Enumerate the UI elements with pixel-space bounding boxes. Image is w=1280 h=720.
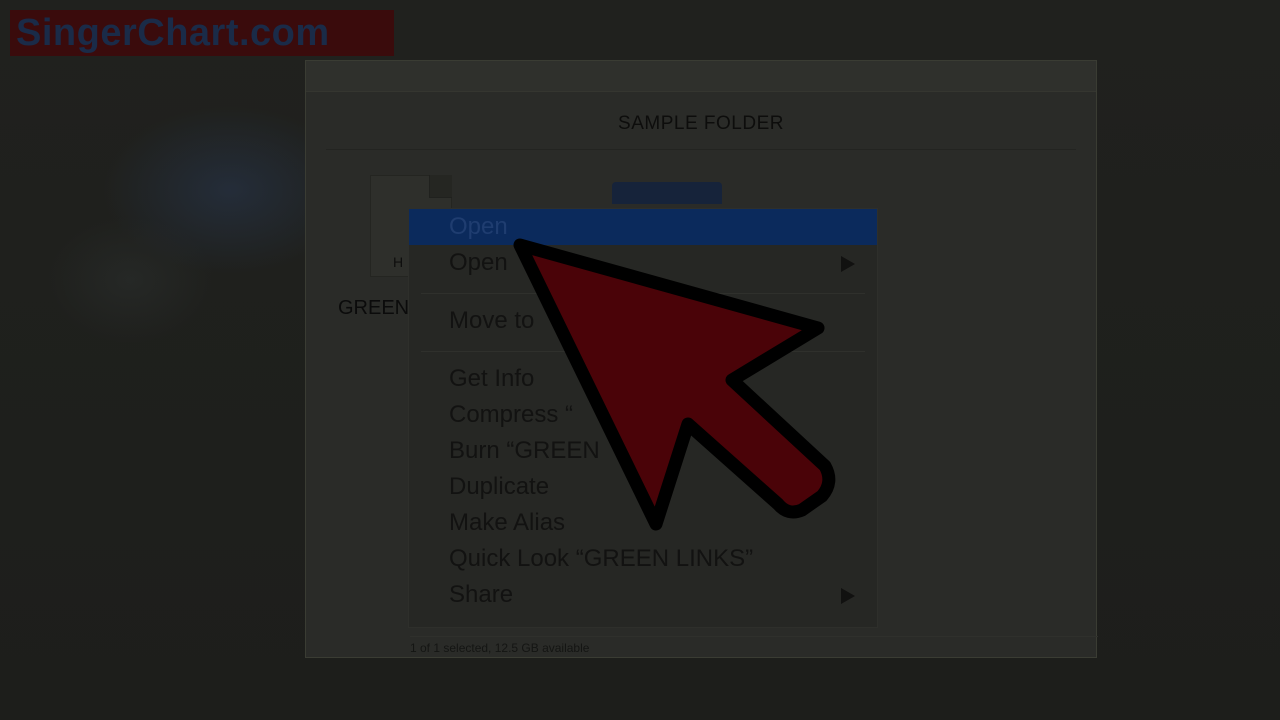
menu-item-label: Open [449, 249, 508, 276]
folder-icon[interactable] [612, 182, 722, 204]
file-corner-fold [429, 175, 452, 198]
menu-item-quick-look[interactable]: Quick Look “GREEN LINKS” [409, 541, 877, 577]
pointer-arrow-shape [513, 238, 836, 531]
submenu-arrow-icon [841, 588, 855, 604]
file-extension-label: H [393, 254, 404, 270]
window-title: SAMPLE FOLDER [618, 113, 784, 134]
menu-item-label: Share [449, 581, 514, 608]
menu-item-label: Open [449, 213, 508, 240]
menu-item-share[interactable]: Share [409, 577, 877, 613]
file-name-label[interactable]: GREEN [334, 294, 412, 322]
watermark-logo: SingerChart.com [10, 10, 394, 56]
status-bar: 1 of 1 selected, 12.5 GB available [410, 636, 1098, 659]
mouse-pointer-arrow-icon [513, 238, 836, 531]
title-divider [326, 149, 1076, 150]
menu-item-label: Quick Look “GREEN LINKS” [449, 545, 754, 572]
window-toolbar [306, 61, 1096, 92]
